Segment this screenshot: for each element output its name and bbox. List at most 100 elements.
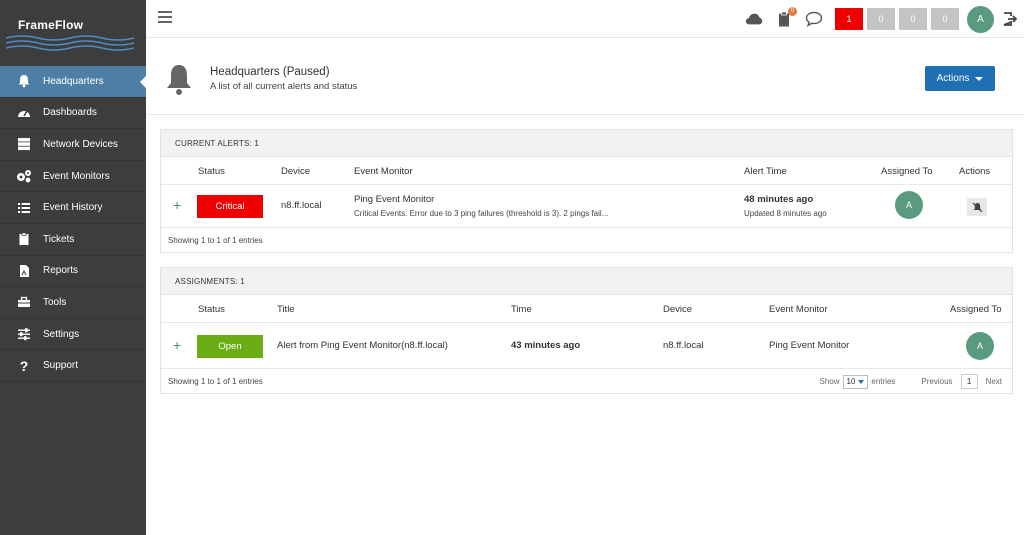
sidebar-item-dashboards[interactable]: Dashboards xyxy=(0,98,146,130)
status-badge[interactable]: Open xyxy=(197,335,263,358)
toolbox-icon xyxy=(16,294,32,310)
sidebar-item-network-devices[interactable]: Network Devices xyxy=(0,129,146,161)
col-device[interactable]: Device xyxy=(663,304,692,315)
col-device[interactable]: Device xyxy=(281,166,310,177)
page-number-button[interactable]: 1 xyxy=(960,374,978,389)
entries-label: entries xyxy=(871,377,896,386)
col-status[interactable]: Status xyxy=(198,166,225,177)
expand-plus-icon[interactable]: + xyxy=(173,197,181,213)
hamburger-menu-icon[interactable] xyxy=(158,11,172,23)
mute-bell-icon[interactable] xyxy=(967,198,987,216)
assignments-title: ASSIGNMENTS: 1 xyxy=(161,268,1012,295)
question-icon: ? xyxy=(19,357,29,374)
waves-logo-icon xyxy=(6,35,135,51)
page-size-select[interactable]: 10 xyxy=(842,374,869,389)
sliders-icon xyxy=(16,326,32,342)
info-count-box[interactable]: 0 xyxy=(931,8,959,30)
col-title[interactable]: Title xyxy=(277,304,295,315)
monitor-name: Ping Event Monitor xyxy=(354,194,435,205)
sidebar-item-label: Support xyxy=(43,360,79,372)
sidebar-item-label: Tickets xyxy=(43,233,75,245)
sidebar-item-settings[interactable]: Settings xyxy=(0,319,146,351)
alerts-footer: Showing 1 to 1 of 1 entries xyxy=(161,228,1012,252)
current-alerts-title: CURRENT ALERTS: 1 xyxy=(161,130,1012,157)
page-title: Headquarters (Paused) xyxy=(210,66,330,78)
col-event-monitor[interactable]: Event Monitor xyxy=(354,166,413,177)
expand-plus-icon[interactable]: + xyxy=(173,337,181,353)
sidebar-item-label: Event Monitors xyxy=(43,170,110,182)
sidebar-item-event-history[interactable]: Event History xyxy=(0,192,146,224)
time-cell: 43 minutes ago xyxy=(511,340,581,351)
tickets-badge: 0 xyxy=(788,7,797,16)
chat-bubble-icon[interactable] xyxy=(805,10,823,28)
show-label: Show xyxy=(819,377,840,386)
logout-icon[interactable] xyxy=(1002,11,1018,27)
report-file-icon xyxy=(16,263,32,279)
top-bar-icons: 0 1 0 0 0 A xyxy=(745,0,1024,38)
bell-icon xyxy=(16,73,32,89)
sidebar-item-label: Dashboards xyxy=(43,107,97,119)
previous-page-link[interactable]: Previous xyxy=(921,377,952,386)
cloud-icon[interactable] xyxy=(745,10,763,28)
page-subtitle: A list of all current alerts and status xyxy=(210,81,358,92)
sidebar-item-label: Network Devices xyxy=(43,138,119,150)
col-event-monitor[interactable]: Event Monitor xyxy=(769,304,828,315)
sidebar-item-event-monitors[interactable]: Event Monitors xyxy=(0,161,146,193)
actions-dropdown-button[interactable]: Actions xyxy=(925,66,995,91)
top-bar: 0 1 0 0 0 A xyxy=(146,0,1024,38)
title-cell[interactable]: Alert from Ping Event Monitor(n8.ff.loca… xyxy=(277,340,448,351)
assigned-avatar[interactable]: A xyxy=(966,332,994,360)
error-count-box[interactable]: 0 xyxy=(867,8,895,30)
user-avatar[interactable]: A xyxy=(967,5,994,33)
gears-icon xyxy=(16,168,32,184)
sidebar-item-label: Headquarters xyxy=(43,75,104,87)
caret-down-icon xyxy=(858,379,865,384)
col-time[interactable]: Time xyxy=(511,304,532,315)
dashboard-gauge-icon xyxy=(16,105,32,121)
sidebar-item-reports[interactable]: Reports xyxy=(0,256,146,288)
sidebar-item-headquarters[interactable]: Headquarters xyxy=(0,66,147,98)
brand-name: FrameFlow xyxy=(18,18,84,32)
page-header: Headquarters (Paused) A list of all curr… xyxy=(146,39,1024,115)
sidebar-item-tickets[interactable]: Tickets xyxy=(0,224,146,256)
tickets-clipboard-icon[interactable]: 0 xyxy=(775,7,797,28)
device-cell: n8.ff.local xyxy=(663,340,704,351)
alert-time: 48 minutes ago xyxy=(744,194,814,205)
sidebar: FrameFlow Headquarters Dashboards Networ… xyxy=(0,0,147,535)
assignments-table-header: Status Title Time Device Event Monitor A… xyxy=(161,295,1012,323)
sidebar-item-support[interactable]: ? Support xyxy=(0,350,146,382)
assigned-avatar[interactable]: A xyxy=(895,191,923,219)
status-badge[interactable]: Critical xyxy=(197,195,263,218)
server-icon xyxy=(16,136,32,152)
assignments-entries-info: Showing 1 to 1 of 1 entries xyxy=(168,377,263,386)
assignments-footer: Showing 1 to 1 of 1 entries Show 10 entr… xyxy=(161,369,1012,393)
assignments-panel: ASSIGNMENTS: 1 Status Title Time Device … xyxy=(160,267,1013,394)
next-page-link[interactable]: Next xyxy=(986,377,1002,386)
caret-down-icon xyxy=(975,76,984,81)
clipboard-icon xyxy=(16,231,32,247)
alerts-table-header: Status Device Event Monitor Alert Time A… xyxy=(161,157,1012,185)
bell-icon xyxy=(167,65,191,95)
sidebar-item-label: Settings xyxy=(43,328,80,340)
pagination: Show 10 entries Previous 1 Next xyxy=(819,374,1002,389)
table-row[interactable]: + Open Alert from Ping Event Monitor(n8.… xyxy=(161,323,1012,369)
sidebar-item-label: Reports xyxy=(43,265,79,277)
page-size-value: 10 xyxy=(846,377,856,386)
sidebar-item-tools[interactable]: Tools xyxy=(0,287,146,319)
current-alerts-panel: CURRENT ALERTS: 1 Status Device Event Mo… xyxy=(160,129,1013,253)
col-actions: Actions xyxy=(959,166,991,177)
actions-label: Actions xyxy=(936,73,970,84)
sidebar-item-label: Event History xyxy=(43,202,103,214)
critical-count-box[interactable]: 1 xyxy=(835,8,863,30)
table-row[interactable]: + Critical n8.ff.local Ping Event Monito… xyxy=(161,185,1012,228)
warning-count-box[interactable]: 0 xyxy=(899,8,927,30)
device-cell: n8.ff.local xyxy=(281,200,322,211)
col-alert-time[interactable]: Alert Time xyxy=(744,166,787,177)
col-assigned-to[interactable]: Assigned To xyxy=(881,166,933,177)
col-assigned-to[interactable]: Assigned To xyxy=(950,304,1002,315)
monitor-cell: Ping Event Monitor xyxy=(769,340,850,351)
sidebar-item-label: Tools xyxy=(43,296,67,308)
brand-logo[interactable]: FrameFlow xyxy=(0,0,146,62)
alert-updated: Updated 8 minutes ago xyxy=(744,209,827,218)
col-status[interactable]: Status xyxy=(198,304,225,315)
